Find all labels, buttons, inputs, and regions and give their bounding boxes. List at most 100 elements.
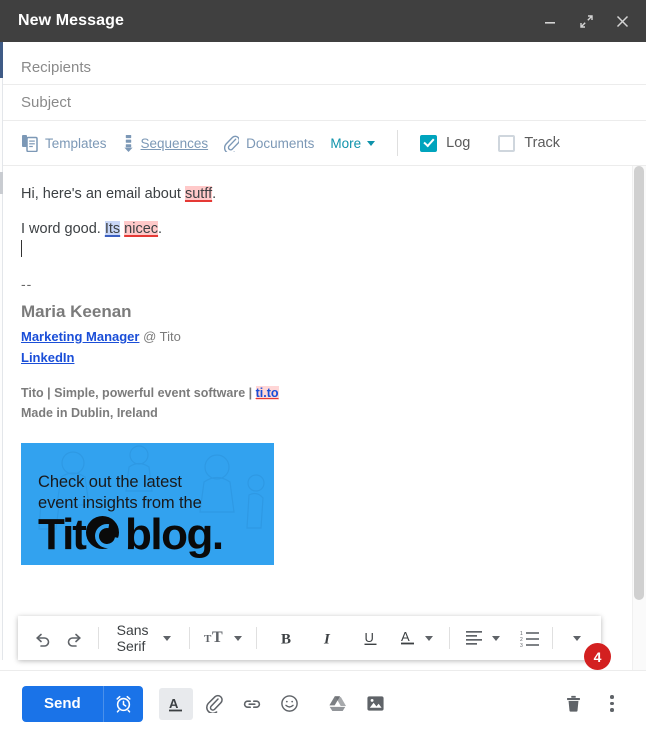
track-label: Track <box>524 135 561 151</box>
toolbar-divider-3 <box>256 627 257 649</box>
signature-linkedin-row: LinkedIn <box>21 347 612 368</box>
align-button[interactable] <box>457 629 508 648</box>
documents-button[interactable]: Documents <box>224 135 314 152</box>
log-checkbox[interactable] <box>420 134 438 152</box>
more-sales-tools-button[interactable]: More <box>330 136 376 151</box>
chevron-down-icon <box>424 635 433 641</box>
svg-text:A: A <box>169 696 179 711</box>
signature-role-suffix: @ Tito <box>139 329 181 344</box>
signature-name: Maria Keenan <box>21 302 132 321</box>
close-icon[interactable] <box>612 11 632 31</box>
spelling-error-nicec[interactable]: nicec <box>124 221 159 237</box>
log-label: Log <box>446 135 471 151</box>
chevron-down-icon <box>367 140 376 146</box>
signature-separator: -- <box>21 276 33 292</box>
font-size-select[interactable]: T T <box>198 628 248 649</box>
underline-button[interactable]: U <box>355 622 387 654</box>
compose-body-area: Hi, here's an email about sutff. I word … <box>0 166 646 670</box>
templates-icon <box>22 134 38 152</box>
window-left-edge <box>0 42 3 660</box>
toolbar-divider-5 <box>552 627 554 649</box>
bold-button[interactable]: B <box>271 622 303 654</box>
compose-action-icons: A <box>158 687 397 720</box>
window-controls <box>540 11 632 31</box>
text-color-button[interactable]: A <box>387 628 441 649</box>
compose-body[interactable]: Hi, here's an email about sutff. I word … <box>0 166 632 670</box>
left-edge-scroll-hint <box>0 172 3 194</box>
text-color-icon: A <box>399 628 417 649</box>
align-left-icon <box>465 629 483 648</box>
linkedin-link[interactable]: LinkedIn <box>21 350 74 365</box>
notification-badge[interactable]: 4 <box>584 643 611 670</box>
toolbar-divider-1 <box>98 627 99 649</box>
insert-link-button[interactable] <box>235 688 269 720</box>
compose-title-bar: New Message <box>0 0 646 42</box>
log-toggle[interactable]: Log <box>420 134 471 152</box>
signature-gap <box>21 368 612 383</box>
toolbar-divider-2 <box>189 627 191 649</box>
insert-drive-file-button[interactable] <box>321 688 355 720</box>
body-text-1a: Hi, here's an email about <box>21 186 185 202</box>
chevron-down-icon <box>573 635 582 641</box>
schedule-send-button[interactable] <box>102 685 143 722</box>
numbered-list-button[interactable]: 123 <box>516 622 544 654</box>
sequences-icon <box>123 134 134 152</box>
svg-text:T: T <box>212 629 223 646</box>
italic-button[interactable]: I <box>313 622 345 654</box>
body-scrollbar-thumb[interactable] <box>634 166 644 600</box>
track-checkbox[interactable] <box>498 134 516 152</box>
tito-blog-banner[interactable]: Check out the latest event insights from… <box>21 443 274 565</box>
track-toggle[interactable]: Track <box>498 134 561 152</box>
text-cursor <box>21 240 22 257</box>
banner-line-1: Check out the latest <box>38 473 182 491</box>
sequences-button[interactable]: Sequences <box>123 134 209 152</box>
body-scrollbar[interactable] <box>632 166 646 670</box>
body-text-2a: I word good. <box>21 221 105 237</box>
subject-field[interactable]: Subject <box>0 85 646 121</box>
text-caret-row <box>21 240 612 264</box>
chevron-down-icon <box>492 635 501 641</box>
svg-text:3: 3 <box>520 643 523 647</box>
more-options-button[interactable] <box>600 688 624 720</box>
recipients-field[interactable]: Recipients <box>0 50 646 85</box>
undo-icon[interactable] <box>26 622 58 654</box>
compose-title: New Message <box>18 12 125 29</box>
svg-text:A: A <box>401 629 410 644</box>
toolbar-divider-4 <box>448 627 450 649</box>
chevron-down-icon <box>163 635 172 641</box>
banner-logo-prefix: Tit <box>38 510 87 559</box>
redo-icon[interactable] <box>58 622 90 654</box>
insert-emoji-button[interactable] <box>273 688 307 720</box>
subject-placeholder: Subject <box>21 94 72 111</box>
sequences-label: Sequences <box>140 135 209 151</box>
font-family-select[interactable]: Sans Serif <box>107 622 182 654</box>
recipients-placeholder: Recipients <box>21 58 92 76</box>
tito-o-icon <box>85 516 119 549</box>
banner-logo: Tit blog. <box>38 510 224 559</box>
send-button[interactable]: Send <box>22 685 103 722</box>
insert-photo-button[interactable] <box>359 688 393 720</box>
grammar-error-its[interactable]: Its <box>104 221 121 237</box>
spelling-error-sutff[interactable]: sutff <box>184 186 213 202</box>
svg-text:B: B <box>281 632 291 648</box>
discard-draft-button[interactable] <box>556 688 590 720</box>
attach-file-button[interactable] <box>197 688 231 720</box>
expand-icon[interactable] <box>576 11 596 31</box>
documents-label: Documents <box>246 135 315 151</box>
svg-text:I: I <box>323 632 331 648</box>
body-paragraph-2: I word good. Its nicec. <box>21 219 612 240</box>
tito-link[interactable]: ti.to <box>255 386 279 400</box>
templates-button[interactable]: Templates <box>22 134 107 152</box>
body-paragraph-1: Hi, here's an email about sutff. <box>21 184 612 205</box>
banner-logo-suffix: blog. <box>124 510 224 559</box>
formatting-options-button[interactable]: A <box>158 687 193 720</box>
font-family-value: Sans Serif <box>116 622 149 654</box>
minimize-icon[interactable] <box>540 11 560 31</box>
chevron-down-icon <box>234 635 243 641</box>
signature-role-row: Marketing Manager @ Tito <box>21 326 612 347</box>
more-vert-icon <box>610 695 614 712</box>
signature-role-link[interactable]: Marketing Manager <box>21 329 139 344</box>
left-edge-accent <box>0 42 3 78</box>
signature-tagline: Tito | Simple, powerful event software |… <box>21 383 612 403</box>
compose-window: New Message Recipients Subject Templates… <box>0 0 646 736</box>
